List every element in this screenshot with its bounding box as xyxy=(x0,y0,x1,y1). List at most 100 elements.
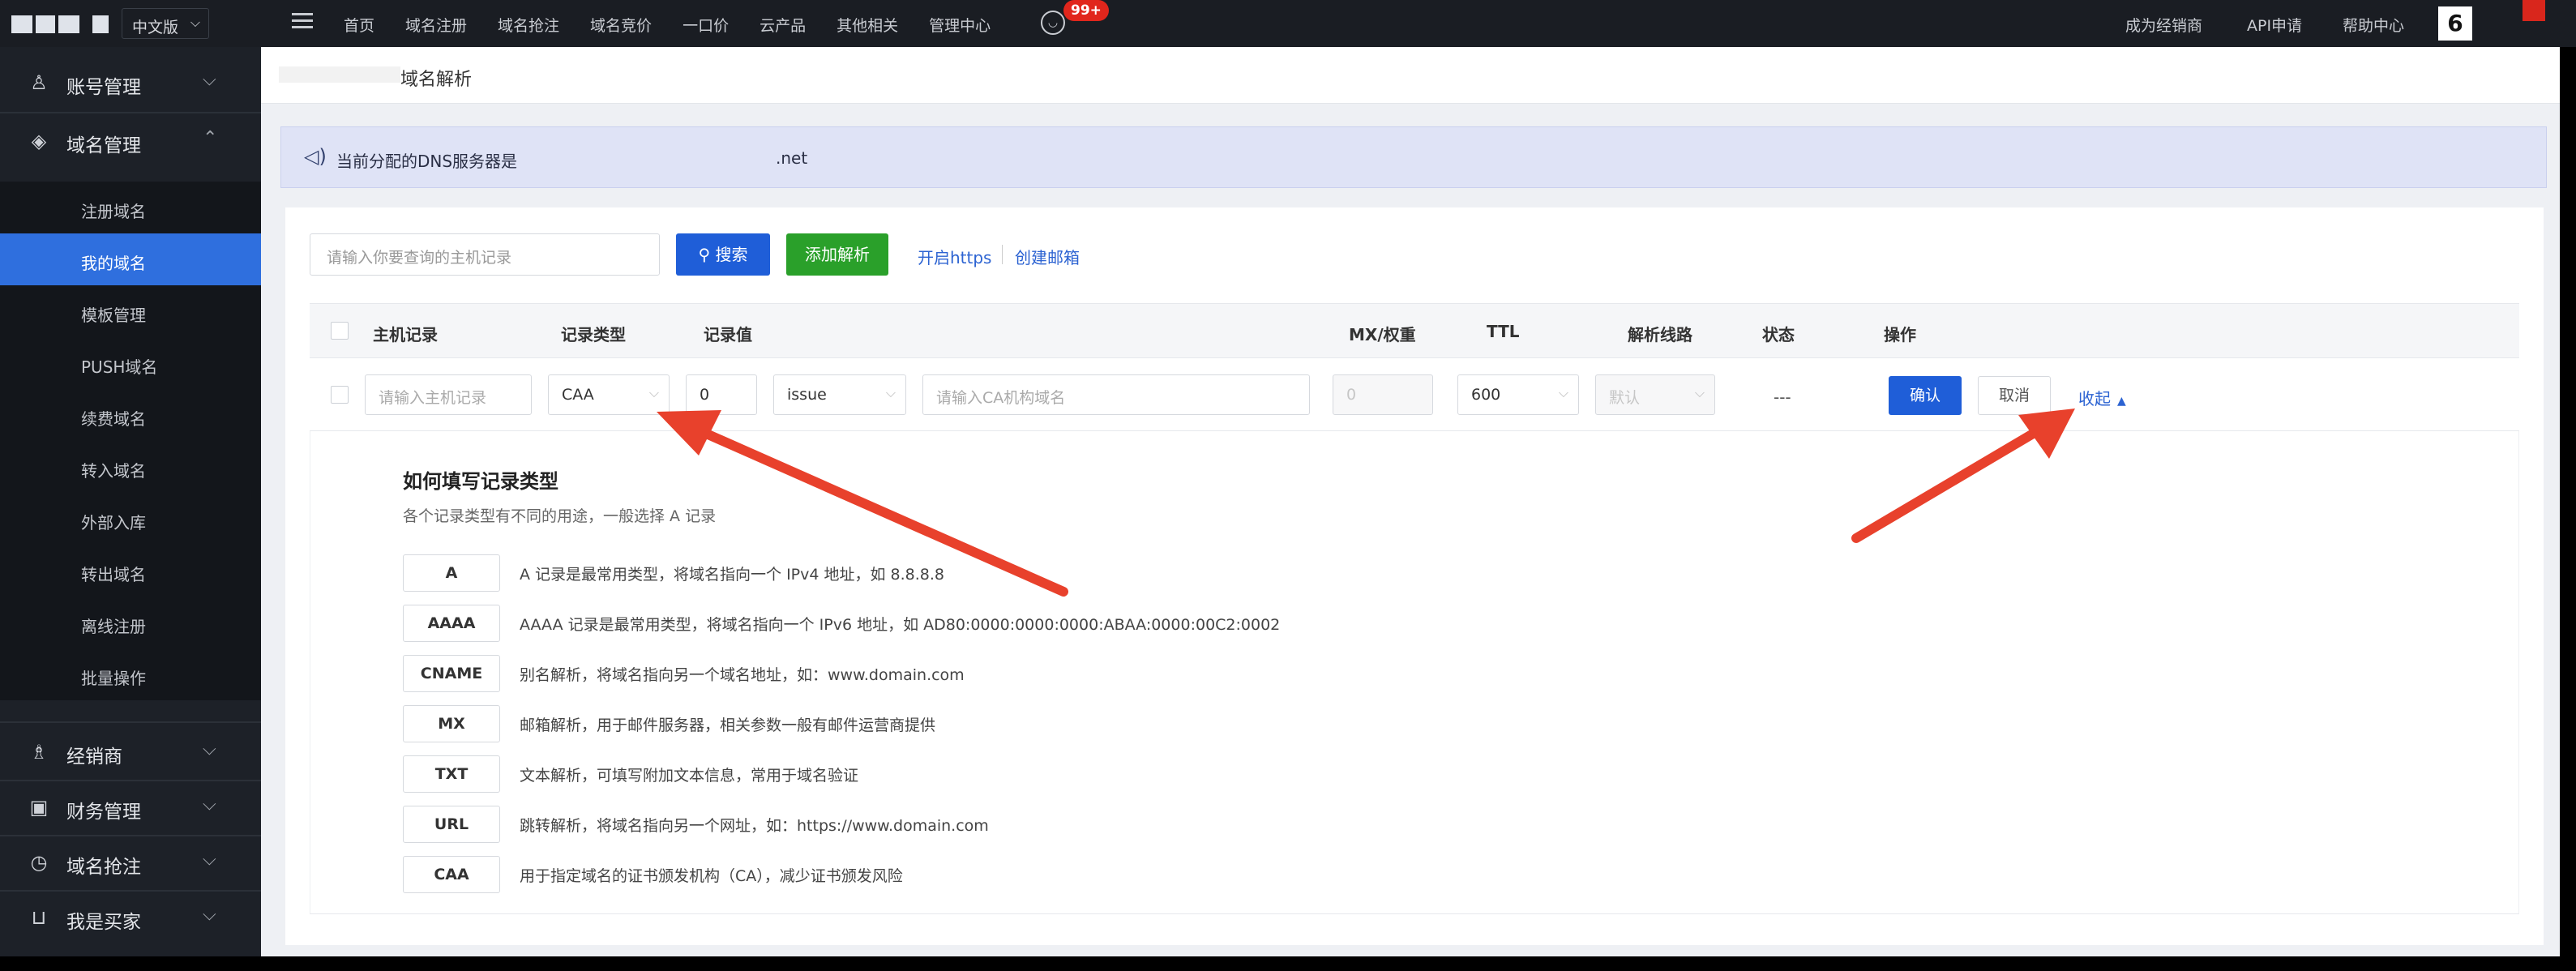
create-mailbox-link[interactable]: 创建邮箱 xyxy=(1015,245,1080,268)
host-input[interactable]: 请输入主机记录 xyxy=(365,374,532,415)
th-mx: MX/权重 xyxy=(1349,325,1416,344)
screen-edge xyxy=(2560,47,2576,971)
chevron-down-icon: ⌵ xyxy=(203,905,216,925)
chevron-down-icon: ⌵ xyxy=(1694,385,1705,400)
language-select[interactable]: 中文版 ⌵ xyxy=(122,8,209,39)
record-type-select[interactable]: CAA ⌵ xyxy=(548,374,670,415)
chevron-down-icon: ⌵ xyxy=(1558,385,1568,400)
finance-icon: ▣ xyxy=(29,796,49,819)
status-value: --- xyxy=(1774,387,1791,407)
caa-tag-select[interactable]: issue ⌵ xyxy=(773,374,906,415)
th-actions: 操作 xyxy=(1884,325,1916,344)
guide-title: 如何填写记录类型 xyxy=(403,470,558,493)
menu-icon[interactable] xyxy=(292,13,313,31)
sidebar-section-dealer[interactable]: ♗ 经销商 ⌵ xyxy=(0,726,261,778)
line-select[interactable]: 默认 ⌵ xyxy=(1595,374,1715,415)
type-tag-caa: CAA xyxy=(403,856,500,893)
sidebar-section-label: 域名抢注 xyxy=(66,857,141,878)
sidebar-item-my-domains[interactable]: 我的域名 xyxy=(0,233,261,285)
caa-flag-input[interactable]: 0 xyxy=(686,374,757,415)
clock-icon: ◷ xyxy=(30,851,48,874)
sidebar-item-batch[interactable]: 批量操作 xyxy=(0,648,261,700)
dns-records-card: 请输入你要查询的主机记录 ⚲ 搜索 添加解析 开启https 创建邮箱 主机记录… xyxy=(285,207,2544,945)
search-button[interactable]: ⚲ 搜索 xyxy=(676,233,770,276)
nav-fixed-price[interactable]: 一口价 xyxy=(683,14,729,36)
chevron-down-icon: ⌵ xyxy=(203,794,216,815)
sidebar-section-finance[interactable]: ▣ 财务管理 ⌵ xyxy=(0,781,261,833)
sidebar-item-renew[interactable]: 续费域名 xyxy=(0,389,261,441)
screen-edge xyxy=(0,956,2576,971)
top-nav: 首页 域名注册 域名抢注 域名竞价 一口价 云产品 其他相关 管理中心 xyxy=(344,14,1021,36)
nav-bid[interactable]: 域名竞价 xyxy=(590,14,652,36)
type-tag-a: A xyxy=(403,554,500,592)
type-desc-aaaa: AAAA 记录是最常用类型，将域名指向一个 IPv6 地址，如 AD80:000… xyxy=(520,616,1281,634)
sidebar-item-push[interactable]: PUSH域名 xyxy=(0,337,261,389)
api-apply-link[interactable]: API申请 xyxy=(2247,14,2302,36)
select-all-checkbox[interactable] xyxy=(331,322,349,340)
sidebar-section-label: 域名管理 xyxy=(66,135,141,156)
sidebar-section-snap[interactable]: ◷ 域名抢注 ⌵ xyxy=(0,836,261,888)
type-tag-mx: MX xyxy=(403,705,500,742)
nav-other[interactable]: 其他相关 xyxy=(837,14,898,36)
th-host: 主机记录 xyxy=(373,325,438,344)
table-header: 主机记录 记录类型 记录值 MX/权重 TTL 解析线路 状态 操作 xyxy=(310,303,2519,358)
confirm-button[interactable]: 确认 xyxy=(1889,376,1962,415)
sidebar-section-label: 账号管理 xyxy=(66,77,141,98)
user-avatar[interactable]: 6 xyxy=(2438,6,2472,41)
chevron-up-icon: ⌃ xyxy=(203,128,218,148)
sidebar-item-transfer-out[interactable]: 转出域名 xyxy=(0,545,261,597)
nav-snap[interactable]: 域名抢注 xyxy=(498,14,559,36)
sidebar-item-transfer-in[interactable]: 转入域名 xyxy=(0,441,261,493)
sidebar-section-domain[interactable]: ◈ 域名管理 ⌃ xyxy=(0,115,261,167)
mx-weight-input[interactable]: 0 xyxy=(1333,374,1433,415)
message-icon[interactable]: ◡ xyxy=(1041,11,1065,35)
become-dealer-link[interactable]: 成为经销商 xyxy=(2125,14,2202,36)
type-desc-caa: 用于指定域名的证书颁发机构（CA），减少证书颁发风险 xyxy=(520,867,903,885)
ca-domain-input[interactable]: 请输入CA机构域名 xyxy=(922,374,1310,415)
nav-register[interactable]: 域名注册 xyxy=(405,14,467,36)
chevron-down-icon: ⌵ xyxy=(648,385,659,400)
help-center-link[interactable]: 帮助中心 xyxy=(2343,14,2404,36)
enable-https-link[interactable]: 开启https xyxy=(918,245,991,268)
language-label: 中文版 xyxy=(132,19,179,36)
chevron-down-icon: ⌵ xyxy=(190,15,200,30)
type-tag-aaaa: AAAA xyxy=(403,605,500,642)
th-status: 状态 xyxy=(1762,325,1795,344)
main-content: 域名解析 ◁) 当前分配的DNS服务器是 .net 请输入你要查询的主机记录 ⚲… xyxy=(261,47,2560,956)
sidebar-item-external[interactable]: 外部入库 xyxy=(0,493,261,545)
divider xyxy=(1002,245,1003,264)
cart-icon: ⊔ xyxy=(31,906,47,929)
search-icon: ⚲ xyxy=(698,245,716,264)
type-tag-txt: TXT xyxy=(403,755,500,793)
th-type: 记录类型 xyxy=(561,325,626,344)
message-badge: 99+ xyxy=(1063,0,1109,21)
cancel-button[interactable]: 取消 xyxy=(1978,376,2051,415)
type-desc-a: A 记录是最常用类型，将域名指向一个 IPv4 地址，如 8.8.8.8 xyxy=(520,566,945,584)
page-header: 域名解析 xyxy=(261,47,2560,104)
add-record-button[interactable]: 添加解析 xyxy=(786,233,888,276)
sidebar-section-label: 经销商 xyxy=(66,746,122,768)
ttl-select[interactable]: 600 ⌵ xyxy=(1457,374,1579,415)
sidebar-item-templates[interactable]: 模板管理 xyxy=(0,285,261,337)
type-desc-mx: 邮箱解析，用于邮件服务器，相关参数一般有邮件运营商提供 xyxy=(520,716,936,734)
nav-manage[interactable]: 管理中心 xyxy=(929,14,991,36)
th-value: 记录值 xyxy=(704,325,752,344)
row-checkbox[interactable] xyxy=(331,386,349,404)
type-desc-cname: 别名解析，将域名指向另一个域名地址，如：www.domain.com xyxy=(520,666,965,684)
collapse-toggle[interactable]: 收起 ▲ xyxy=(2078,386,2126,409)
host-search-input[interactable]: 请输入你要查询的主机记录 xyxy=(310,233,660,276)
sidebar-section-buyer[interactable]: ⊔ 我是买家 ⌵ xyxy=(0,892,261,943)
type-tag-url: URL xyxy=(403,806,500,843)
layers-icon: ◈ xyxy=(31,130,47,152)
sidebar-item-register[interactable]: 注册域名 xyxy=(0,182,261,233)
nav-cloud[interactable]: 云产品 xyxy=(760,14,806,36)
th-ttl: TTL xyxy=(1487,322,1520,341)
notice-text: 当前分配的DNS服务器是 xyxy=(336,152,518,171)
sidebar-item-offline[interactable]: 离线注册 xyxy=(0,597,261,648)
page-title: 域名解析 xyxy=(400,70,473,90)
sidebar-section-account[interactable]: ♙ 账号管理 ⌵ xyxy=(0,57,261,109)
chevron-down-icon: ⌵ xyxy=(203,849,216,870)
user-icon: ♙ xyxy=(30,71,48,94)
nav-home[interactable]: 首页 xyxy=(344,14,374,36)
sidebar-section-label: 财务管理 xyxy=(66,802,141,823)
